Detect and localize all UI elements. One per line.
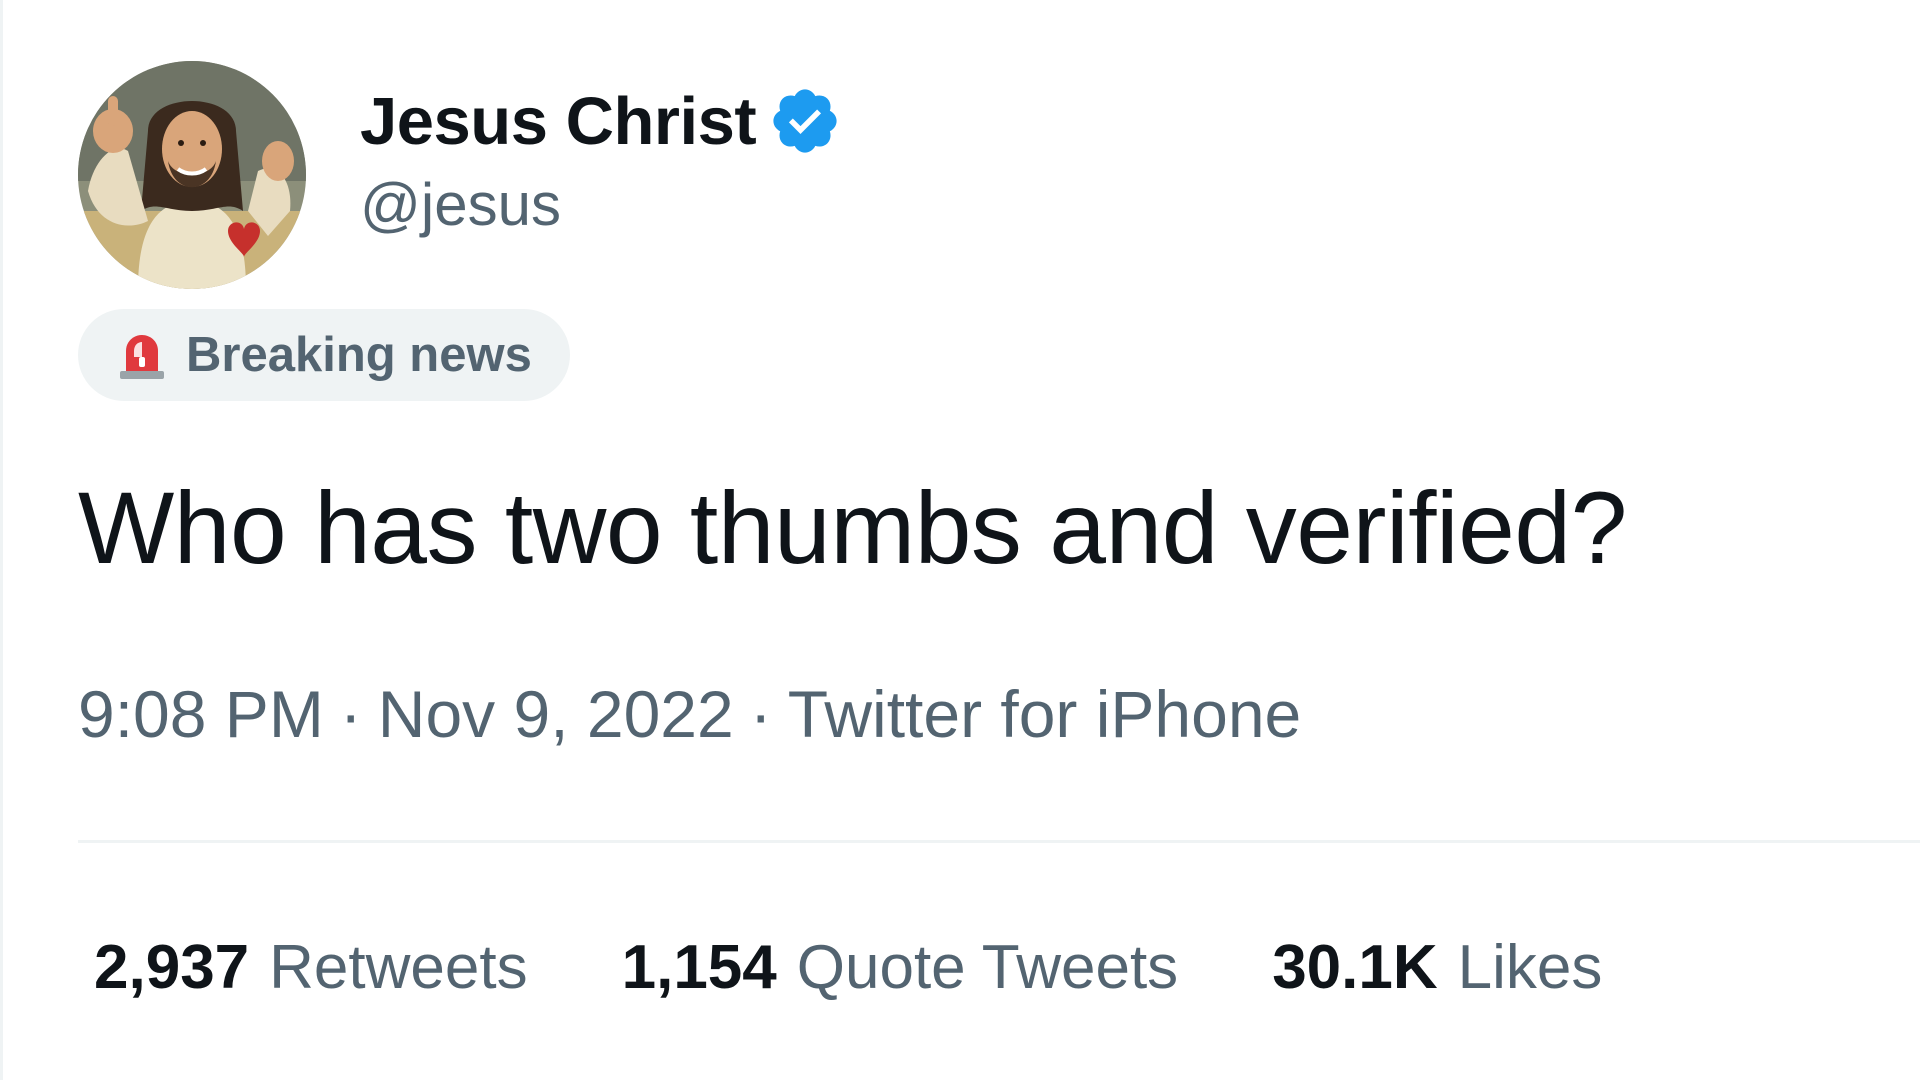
- tweet-time[interactable]: 9:08 PM: [78, 676, 324, 752]
- meta-separator: ·: [749, 677, 772, 751]
- tweet-metadata: 9:08 PM · Nov 9, 2022 · Twitter for iPho…: [78, 676, 1301, 752]
- divider: [78, 840, 1920, 843]
- tweet-detail: Jesus Christ @jesus Breaking news Who ha…: [0, 0, 1920, 1080]
- name-row: Jesus Christ: [360, 82, 842, 160]
- likes-stat[interactable]: 30.1K Likes: [1272, 932, 1602, 1003]
- retweets-count: 2,937: [94, 933, 250, 1002]
- meta-separator: ·: [339, 677, 362, 751]
- author-info: Jesus Christ @jesus: [360, 82, 842, 239]
- quote-tweets-count: 1,154: [621, 933, 777, 1002]
- tweet-text: Who has two thumbs and verified?: [78, 471, 1627, 585]
- retweets-stat[interactable]: 2,937 Retweets: [94, 932, 528, 1003]
- tweet-date[interactable]: Nov 9, 2022: [378, 676, 734, 752]
- likes-count: 30.1K: [1272, 933, 1438, 1002]
- author-display-name[interactable]: Jesus Christ: [360, 83, 757, 160]
- tweet-source[interactable]: Twitter for iPhone: [788, 676, 1302, 752]
- engagement-stats: 2,937 Retweets 1,154 Quote Tweets 30.1K …: [94, 932, 1602, 1003]
- avatar[interactable]: [78, 61, 306, 289]
- label-text: Breaking news: [186, 328, 532, 382]
- quote-tweets-label: Quote Tweets: [796, 933, 1179, 1002]
- verified-badge-icon[interactable]: [768, 84, 842, 158]
- likes-label: Likes: [1457, 933, 1603, 1002]
- breaking-news-label[interactable]: Breaking news: [78, 309, 570, 401]
- siren-icon: [120, 335, 164, 379]
- retweets-label: Retweets: [269, 933, 528, 1002]
- avatar-portrait-icon: [78, 61, 306, 289]
- author-handle[interactable]: @jesus: [360, 170, 842, 239]
- quote-tweets-stat[interactable]: 1,154 Quote Tweets: [622, 932, 1179, 1003]
